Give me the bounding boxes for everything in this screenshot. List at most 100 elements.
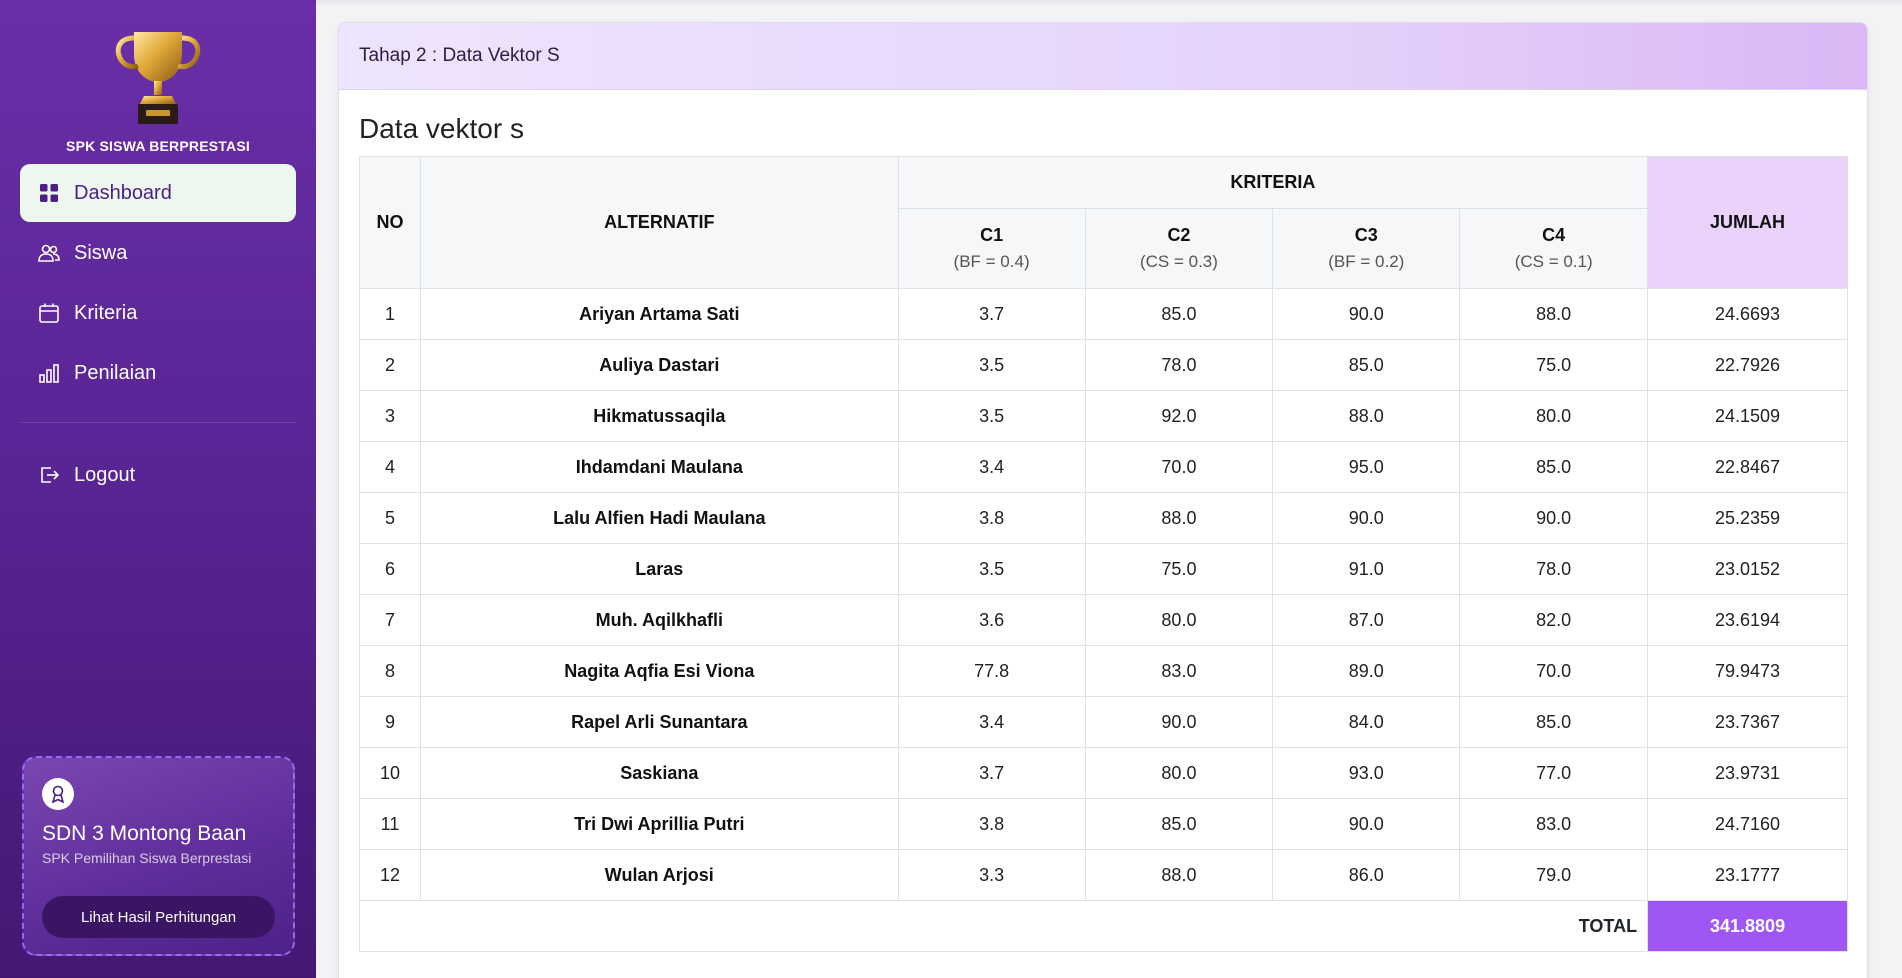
- cell-c3: 90.0: [1272, 798, 1461, 850]
- cell-alternatif: Lalu Alfien Hadi Maulana: [419, 492, 899, 544]
- brand-title: SPK SISWA BERPRESTASI: [66, 138, 250, 154]
- cell-jumlah: 22.7926: [1647, 339, 1848, 391]
- cell-c1: 3.4: [897, 441, 1086, 493]
- cell-c2: 90.0: [1084, 696, 1274, 748]
- cell-c2: 78.0: [1084, 339, 1274, 391]
- header-c4: C4 (CS = 0.1): [1459, 208, 1649, 289]
- school-card: SDN 3 Montong Baan SPK Pemilihan Siswa B…: [22, 756, 295, 956]
- cell-no: 6: [359, 543, 421, 595]
- cell-alternatif: Laras: [419, 543, 899, 595]
- cell-no: 8: [359, 645, 421, 697]
- cell-c2: 92.0: [1084, 390, 1274, 442]
- sidebar-item-label: Penilaian: [74, 361, 157, 384]
- cell-c3: 95.0: [1272, 441, 1461, 493]
- sidebar-item-dashboard[interactable]: Dashboard: [20, 164, 296, 222]
- cell-c2: 83.0: [1084, 645, 1274, 697]
- sidebar-item-label: Siswa: [74, 241, 128, 264]
- cell-c3: 88.0: [1272, 390, 1461, 442]
- sidebar-divider: [20, 422, 296, 423]
- cell-jumlah: 24.6693: [1647, 288, 1848, 340]
- header-jumlah: JUMLAH: [1647, 156, 1848, 289]
- sidebar-item-penilaian[interactable]: Penilaian: [20, 344, 296, 402]
- cell-c4: 80.0: [1459, 390, 1649, 442]
- cell-c3: 86.0: [1272, 849, 1461, 901]
- criteria-weight: (CS = 0.3): [1139, 252, 1218, 271]
- cell-jumlah: 24.7160: [1647, 798, 1848, 850]
- criteria-code: C3: [1354, 225, 1378, 245]
- cell-c1: 3.5: [897, 543, 1086, 595]
- sidebar: SPK SISWA BERPRESTASI Dashboard Siswa Kr…: [0, 0, 316, 978]
- cell-c2: 88.0: [1084, 492, 1274, 544]
- total-value: 341.8809: [1647, 900, 1848, 952]
- cell-c1: 3.5: [897, 339, 1086, 391]
- cell-alternatif: Wulan Arjosi: [419, 849, 899, 901]
- cell-c4: 83.0: [1459, 798, 1649, 850]
- cell-alternatif: Ihdamdani Maulana: [419, 441, 899, 493]
- table-row: 10 Saskiana 3.7 80.0 93.0 77.0 23.9731: [359, 747, 1848, 799]
- cell-c4: 75.0: [1459, 339, 1649, 391]
- total-label: TOTAL: [358, 900, 1649, 952]
- cell-alternatif: Hikmatussaqila: [419, 390, 899, 442]
- bar-chart-icon: [38, 362, 60, 384]
- brand: SPK SISWA BERPRESTASI: [0, 24, 316, 154]
- header-c3: C3 (BF = 0.2): [1272, 208, 1461, 289]
- school-subtitle: SPK Pemilihan Siswa Berprestasi: [42, 850, 252, 866]
- cell-no: 11: [359, 798, 421, 850]
- criteria-weight: (CS = 0.1): [1514, 252, 1593, 271]
- sidebar-item-siswa[interactable]: Siswa: [20, 224, 296, 282]
- section-title: Data vektor s: [359, 113, 524, 144]
- cell-c4: 70.0: [1459, 645, 1649, 697]
- cell-c4: 77.0: [1459, 747, 1649, 799]
- school-name: SDN 3 Montong Baan: [42, 822, 247, 845]
- cell-c3: 90.0: [1272, 492, 1461, 544]
- cell-c4: 79.0: [1459, 849, 1649, 901]
- cell-c1: 3.7: [897, 288, 1086, 340]
- cell-jumlah: 23.7367: [1647, 696, 1848, 748]
- table-row: 11 Tri Dwi Aprillia Putri 3.8 85.0 90.0 83.0 2…: [359, 798, 1848, 850]
- cell-alternatif: Nagita Aqfia Esi Viona: [419, 645, 899, 697]
- table-row: 4 Ihdamdani Maulana 3.4 70.0 95.0 85.0 22.8467: [359, 441, 1848, 493]
- cell-alternatif: Tri Dwi Aprillia Putri: [419, 798, 899, 850]
- cell-no: 9: [359, 696, 421, 748]
- dashboard-grid-icon: [38, 182, 60, 204]
- logout-icon: [38, 464, 60, 486]
- table-row: 5 Lalu Alfien Hadi Maulana 3.8 88.0 90.0 90.0…: [359, 492, 1848, 544]
- cell-c4: 78.0: [1459, 543, 1649, 595]
- trophy-logo-icon: [115, 32, 201, 124]
- cell-jumlah: 23.0152: [1647, 543, 1848, 595]
- table-row: 12 Wulan Arjosi 3.3 88.0 86.0 79.0 23.1777: [359, 849, 1848, 901]
- cell-alternatif: Rapel Arli Sunantara: [419, 696, 899, 748]
- sidebar-logout-wrap: Logout: [20, 446, 296, 506]
- total-row: TOTAL 341.8809: [358, 900, 1848, 952]
- cell-c3: 85.0: [1272, 339, 1461, 391]
- cell-alternatif: Auliya Dastari: [419, 339, 899, 391]
- card-header: Tahap 2 : Data Vektor S: [339, 23, 1867, 90]
- table-row: 2 Auliya Dastari 3.5 78.0 85.0 75.0 22.7926: [359, 339, 1848, 391]
- cell-jumlah: 22.8467: [1647, 441, 1848, 493]
- cell-jumlah: 23.9731: [1647, 747, 1848, 799]
- cell-jumlah: 24.1509: [1647, 390, 1848, 442]
- cell-c3: 87.0: [1272, 594, 1461, 646]
- sidebar-item-kriteria[interactable]: Kriteria: [20, 284, 296, 342]
- cell-c1: 3.7: [897, 747, 1086, 799]
- logout-button[interactable]: Logout: [20, 446, 296, 504]
- table-row: 9 Rapel Arli Sunantara 3.4 90.0 84.0 85.0 23.7…: [359, 696, 1848, 748]
- sidebar-item-label: Dashboard: [74, 181, 172, 204]
- cell-c2: 85.0: [1084, 288, 1274, 340]
- table-row: 7 Muh. Aqilkhafli 3.6 80.0 87.0 82.0 23.6194: [359, 594, 1848, 646]
- cell-c2: 75.0: [1084, 543, 1274, 595]
- cell-c4: 90.0: [1459, 492, 1649, 544]
- cell-jumlah: 25.2359: [1647, 492, 1848, 544]
- header-c2: C2 (CS = 0.3): [1084, 208, 1274, 289]
- logout-label: Logout: [74, 463, 136, 486]
- top-shadow: [316, 0, 1902, 6]
- criteria-weight: (BF = 0.4): [953, 252, 1030, 271]
- cell-c1: 3.4: [897, 696, 1086, 748]
- criteria-code: C2: [1167, 225, 1191, 245]
- cell-alternatif: Saskiana: [419, 747, 899, 799]
- view-results-button[interactable]: Lihat Hasil Perhitungan: [42, 896, 275, 938]
- cell-jumlah: 23.1777: [1647, 849, 1848, 901]
- header-kriteria: KRITERIA: [897, 156, 1649, 209]
- cell-no: 5: [359, 492, 421, 544]
- calendar-icon: [38, 302, 60, 324]
